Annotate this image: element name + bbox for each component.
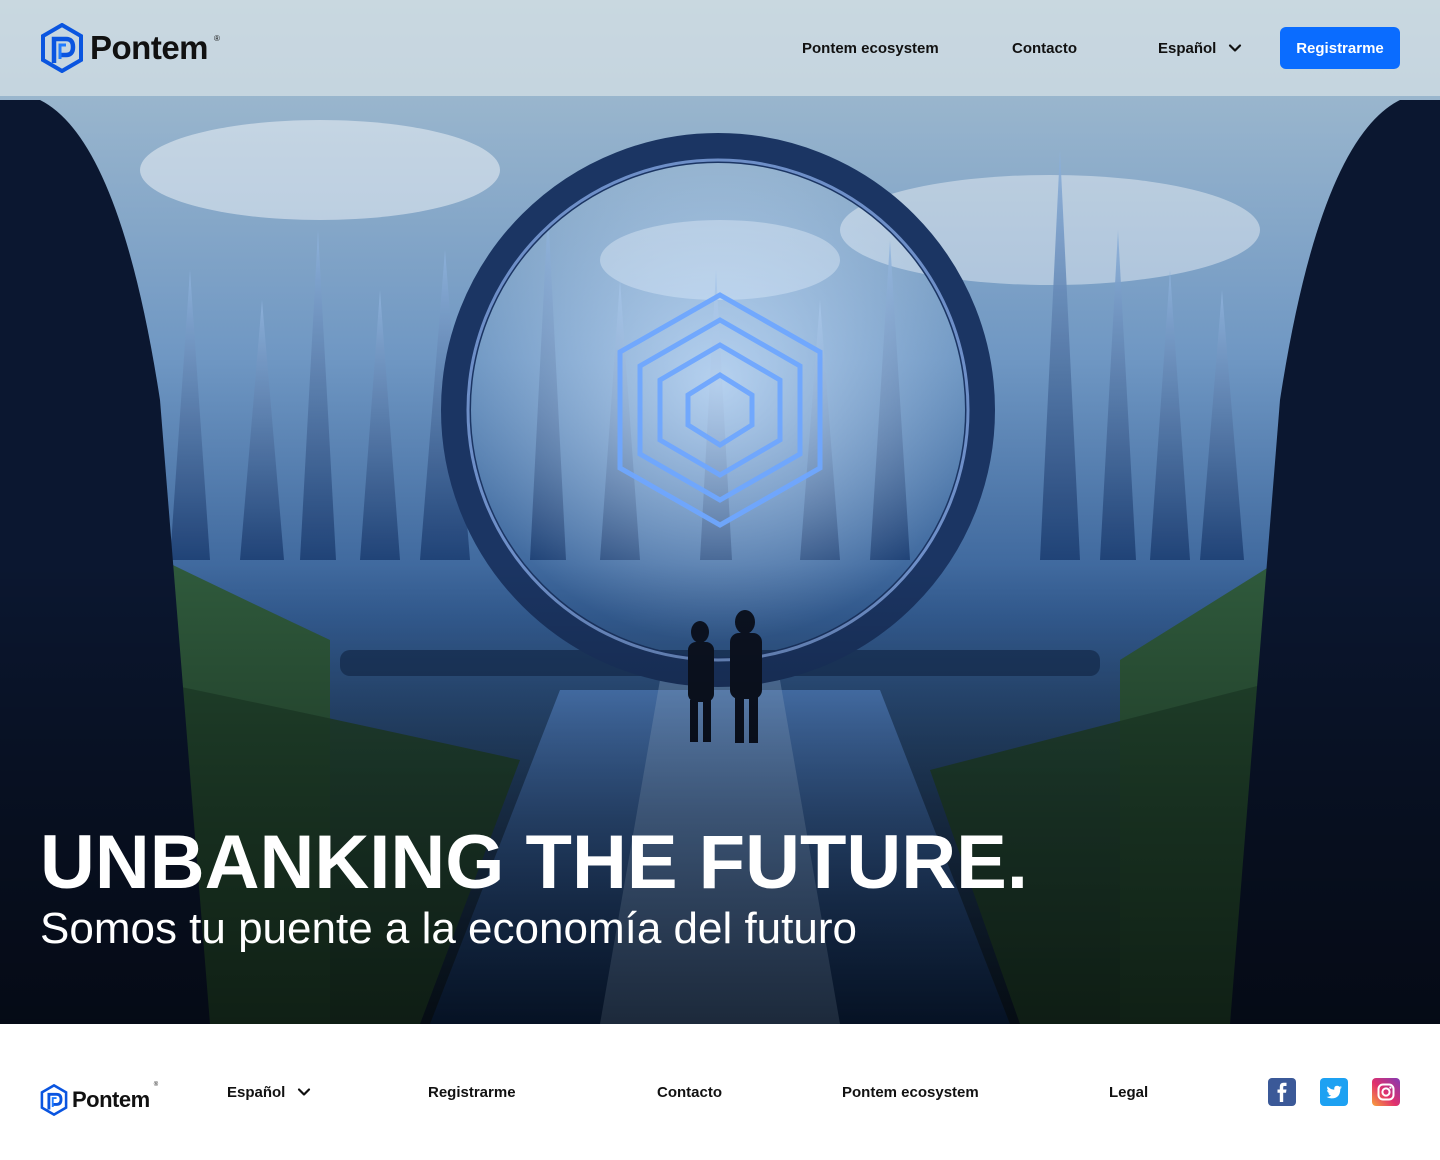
- footer-language-label: Español: [227, 1083, 286, 1101]
- instagram-icon[interactable]: [1372, 1078, 1400, 1106]
- footer-logo-wordmark: Pontem: [72, 1087, 150, 1112]
- facebook-glyph: [1277, 1082, 1287, 1102]
- top-navigation-bar: Pontem ® Pontem ecosystem Contacto Españ…: [0, 0, 1440, 96]
- footer-registered-mark: ®: [153, 1082, 159, 1088]
- twitter-glyph: [1326, 1085, 1342, 1099]
- twitter-icon[interactable]: [1320, 1078, 1348, 1106]
- footer-link-register[interactable]: Registrarme: [428, 1080, 516, 1104]
- hero-subtitle: Somos tu puente a la economía del futuro: [40, 904, 857, 953]
- facebook-icon[interactable]: [1268, 1078, 1296, 1106]
- hero-section: UNBANKING THE FUTURE. Somos tu puente a …: [0, 0, 1440, 1024]
- nav-link-ecosystem[interactable]: Pontem ecosystem: [802, 0, 939, 96]
- pontem-logo-icon: [41, 23, 83, 73]
- footer: Pontem ® Español Registrarme Contacto Po…: [0, 1024, 1440, 1160]
- pontem-logo-icon: [40, 1084, 68, 1116]
- logo-wordmark: Pontem: [90, 29, 209, 66]
- footer-logo-link[interactable]: Pontem ®: [40, 1076, 158, 1124]
- chevron-down-icon: [298, 1088, 311, 1096]
- chevron-down-icon: [1229, 44, 1242, 52]
- hero-title: UNBANKING THE FUTURE.: [40, 820, 1028, 905]
- footer-link-contact[interactable]: Contacto: [657, 1080, 722, 1104]
- instagram-glyph: [1377, 1083, 1395, 1101]
- nav-link-contact[interactable]: Contacto: [1012, 0, 1077, 96]
- footer-language-selector[interactable]: Español: [227, 1080, 311, 1104]
- header-logo-link[interactable]: Pontem ®: [40, 23, 220, 73]
- footer-link-legal[interactable]: Legal: [1109, 1080, 1148, 1104]
- language-selector[interactable]: Español: [1158, 0, 1242, 96]
- registered-mark: ®: [214, 34, 220, 43]
- language-selector-label: Español: [1158, 39, 1217, 57]
- footer-link-ecosystem[interactable]: Pontem ecosystem: [842, 1080, 979, 1104]
- register-button[interactable]: Registrarme: [1280, 27, 1400, 69]
